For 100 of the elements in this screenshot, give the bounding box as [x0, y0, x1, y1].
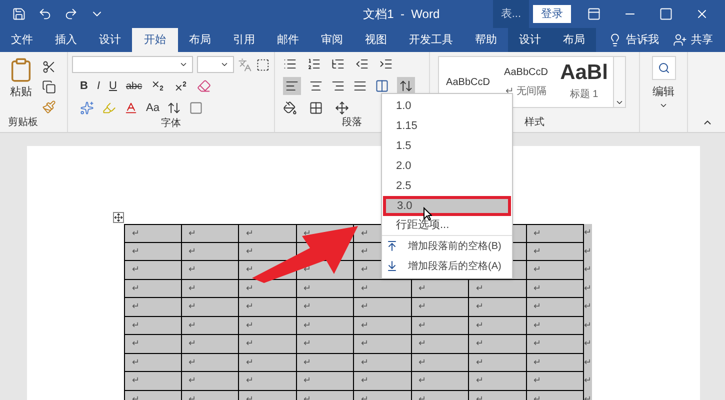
- end-of-row-mark: ↵: [584, 335, 592, 354]
- search-button[interactable]: [652, 56, 676, 80]
- justify-icon[interactable]: [353, 79, 367, 93]
- menu-item[interactable]: 1.5: [382, 136, 512, 156]
- end-of-row-mark: ↵: [584, 280, 592, 298]
- align-right-icon[interactable]: [331, 79, 345, 93]
- border-letter-icon[interactable]: [256, 58, 270, 72]
- bold-button[interactable]: B: [80, 78, 88, 94]
- table-cell: ↵: [182, 280, 239, 298]
- group-label: 样式: [524, 116, 544, 130]
- ribbon-tab[interactable]: 插入: [44, 28, 88, 52]
- strikethrough-button[interactable]: abc: [126, 78, 142, 94]
- multilevel-list-icon[interactable]: [331, 57, 345, 71]
- group-label: 剪贴板: [7, 116, 39, 130]
- table-cell: ↵: [469, 372, 526, 390]
- menu-item[interactable]: 3.0: [383, 196, 511, 216]
- ribbon-tab[interactable]: 开始: [132, 28, 178, 52]
- menu-item[interactable]: 2.5: [382, 176, 512, 196]
- undo-icon[interactable]: [38, 7, 52, 21]
- ribbon-tab[interactable]: 文件: [0, 28, 44, 52]
- ribbon-tab[interactable]: 视图: [354, 28, 398, 52]
- indent-icon[interactable]: [379, 57, 393, 71]
- font-size-field[interactable]: [196, 56, 234, 73]
- ribbon-tab[interactable]: 审阅: [310, 28, 354, 52]
- table-cell: ↵: [124, 280, 182, 298]
- ribbon-tab[interactable]: 设计: [88, 28, 132, 52]
- table-cell: ↵: [526, 354, 584, 372]
- table-cell: ↵: [239, 372, 296, 390]
- font-name-field[interactable]: [72, 56, 193, 73]
- table-cell: ↵: [526, 242, 584, 261]
- end-of-row-mark: ↵: [584, 242, 592, 261]
- paintbrush-icon[interactable]: [42, 100, 56, 114]
- underline-button[interactable]: U: [109, 78, 117, 94]
- tell-me-button[interactable]: 告诉我: [626, 32, 659, 48]
- align-left-button[interactable]: [283, 77, 301, 95]
- outdent-icon[interactable]: [355, 57, 369, 71]
- paste-button[interactable]: 粘贴: [10, 84, 32, 100]
- login-button[interactable]: 登录: [533, 4, 571, 24]
- font-size-icon[interactable]: [167, 100, 182, 115]
- change-case-button[interactable]: Aa: [146, 100, 160, 116]
- table-cell: ↵: [124, 261, 182, 280]
- close-icon[interactable]: [695, 7, 709, 21]
- numbered-list-icon[interactable]: [307, 57, 321, 71]
- lightbulb-icon[interactable]: [608, 33, 622, 47]
- ribbon-tab[interactable]: 布局: [178, 28, 222, 52]
- table-cell: ↵: [239, 354, 296, 372]
- italic-button[interactable]: I: [96, 78, 100, 94]
- share-button[interactable]: 共享: [691, 32, 713, 48]
- eraser-icon[interactable]: [197, 79, 212, 94]
- table-cell: ↵: [469, 298, 526, 316]
- borders-icon[interactable]: [309, 101, 323, 115]
- text-effect-icon[interactable]: [80, 100, 94, 115]
- ribbon-tab[interactable]: 引用: [222, 28, 266, 52]
- ribbon-tab[interactable]: 布局: [552, 28, 596, 52]
- table-move-handle-icon[interactable]: [113, 212, 124, 223]
- table-cell: ↵: [182, 372, 239, 390]
- table-cell: ↵: [124, 372, 182, 390]
- menu-item[interactable]: 1.15: [382, 116, 512, 136]
- ribbon-display-icon[interactable]: [587, 7, 601, 21]
- asian-layout-icon[interactable]: [335, 101, 349, 115]
- menu-item[interactable]: 2.0: [382, 156, 512, 176]
- ribbon-tab[interactable]: 设计: [508, 28, 552, 52]
- copy-icon[interactable]: [42, 80, 56, 94]
- scissors-icon[interactable]: [42, 60, 56, 74]
- end-of-row-mark: ↵: [584, 316, 592, 335]
- table-cell: ↵: [124, 316, 182, 335]
- table-cell: ↵: [469, 335, 526, 354]
- distributed-icon[interactable]: [375, 79, 389, 93]
- table-cell: ↵: [296, 372, 354, 390]
- style-sample: AaBbCcD: [446, 76, 490, 90]
- superscript-icon[interactable]: [174, 79, 188, 94]
- table-cell: ↵: [239, 316, 296, 335]
- table-cell: ↵: [239, 242, 296, 261]
- person-icon[interactable]: [673, 33, 687, 47]
- ribbon-tab[interactable]: 开发工具: [398, 28, 464, 52]
- save-icon[interactable]: [12, 7, 26, 21]
- dropdown-icon[interactable]: [220, 60, 230, 69]
- editing-button[interactable]: 编辑: [652, 84, 674, 100]
- table-cell: ↵: [354, 298, 412, 316]
- redo-icon[interactable]: [64, 7, 78, 21]
- table-cell: ↵: [412, 316, 469, 335]
- table-cell: ↵: [182, 261, 239, 280]
- paint-bucket-icon[interactable]: [283, 101, 297, 115]
- table-cell: ↵: [526, 372, 584, 390]
- subscript-icon[interactable]: [151, 79, 166, 94]
- table-cell: ↵: [412, 280, 469, 298]
- table-cell: ↵: [296, 298, 354, 316]
- maximize-icon[interactable]: [659, 7, 673, 21]
- style-item[interactable]: AaBl 标题 1: [555, 57, 613, 107]
- ribbon-tab[interactable]: 帮助: [464, 28, 508, 52]
- table-cell: ↵: [296, 354, 354, 372]
- dropdown-icon[interactable]: [178, 60, 188, 69]
- table-cell: ↵: [469, 354, 526, 372]
- ribbon-tab[interactable]: 邮件: [266, 28, 310, 52]
- shading-icon[interactable]: [189, 100, 204, 115]
- table-cell: ↵: [124, 224, 182, 242]
- end-of-row-mark: ↵: [584, 224, 592, 242]
- font-color-icon[interactable]: [124, 100, 138, 115]
- align-center-icon[interactable]: [309, 79, 323, 93]
- table-cell: ↵: [354, 354, 412, 372]
